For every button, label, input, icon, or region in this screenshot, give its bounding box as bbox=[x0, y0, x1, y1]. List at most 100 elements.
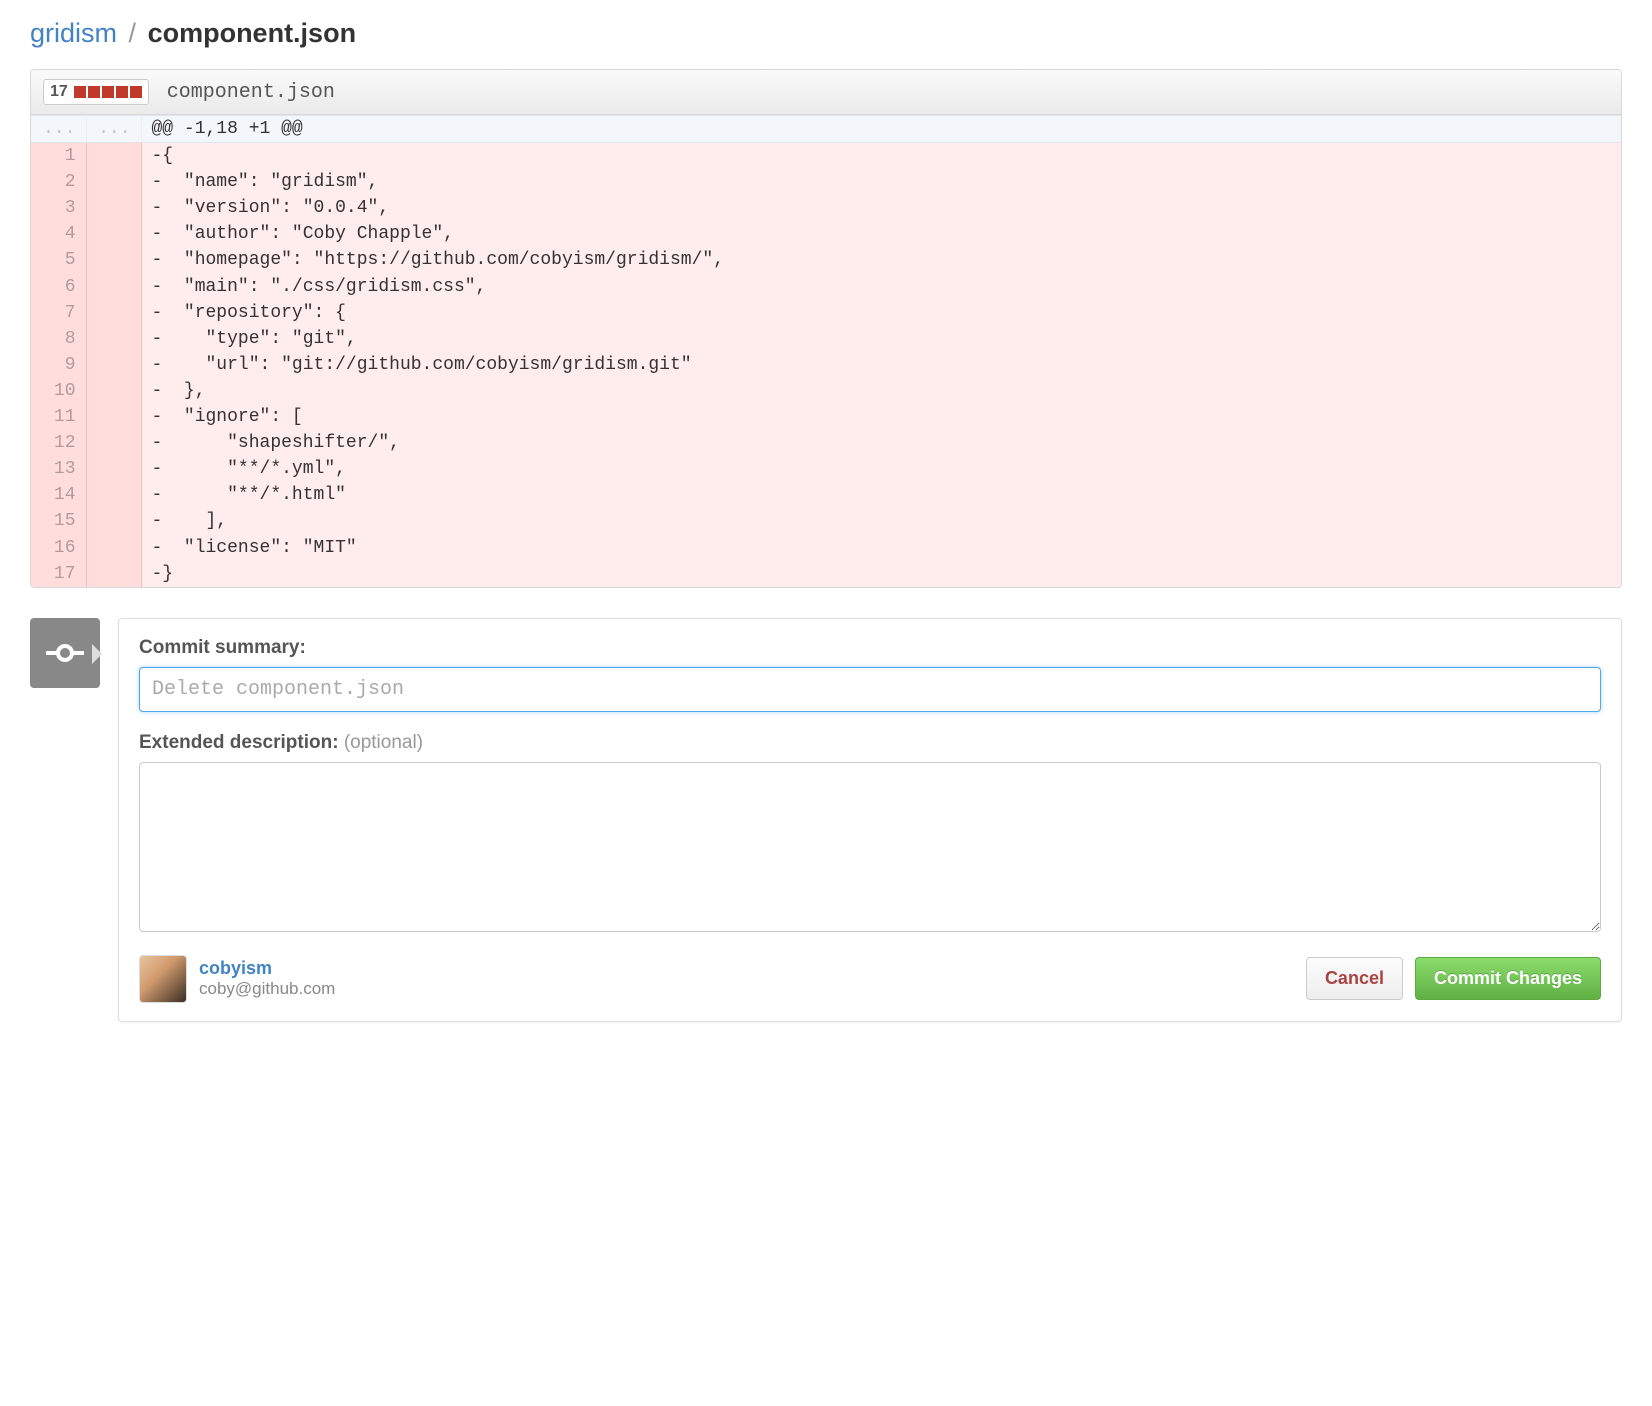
line-number-new[interactable] bbox=[86, 482, 141, 508]
line-number-old[interactable]: 7 bbox=[31, 300, 86, 326]
table-row: 4 - "author": "Coby Chapple", bbox=[31, 221, 1621, 247]
table-row: 17 -} bbox=[31, 561, 1621, 587]
commit-footer: cobyism coby@github.com Cancel Commit Ch… bbox=[139, 955, 1601, 1003]
extended-desc-label: Extended description: (optional) bbox=[139, 732, 1601, 754]
table-row: 7 - "repository": { bbox=[31, 300, 1621, 326]
diff-code-line: - ], bbox=[141, 508, 1621, 534]
expand-hunk-new[interactable]: ... bbox=[86, 116, 141, 143]
line-number-old[interactable]: 12 bbox=[31, 430, 86, 456]
line-number-new[interactable] bbox=[86, 247, 141, 273]
line-number-new[interactable] bbox=[86, 561, 141, 587]
breadcrumb-separator: / bbox=[125, 18, 141, 48]
author-email: coby@github.com bbox=[199, 979, 335, 999]
diffstat-badge[interactable]: 17 bbox=[43, 79, 149, 105]
table-row: 10 - }, bbox=[31, 378, 1621, 404]
line-number-new[interactable] bbox=[86, 508, 141, 534]
author-block: cobyism coby@github.com bbox=[139, 955, 335, 1003]
line-number-old[interactable]: 16 bbox=[31, 535, 86, 561]
line-number-new[interactable] bbox=[86, 456, 141, 482]
table-row: 6 - "main": "./css/gridism.css", bbox=[31, 274, 1621, 300]
breadcrumb-repo-link[interactable]: gridism bbox=[30, 18, 117, 48]
diff-code-line: -{ bbox=[141, 143, 1621, 170]
diff-code-line: - "repository": { bbox=[141, 300, 1621, 326]
breadcrumb-current-file: component.json bbox=[148, 18, 357, 48]
diff-code-line: -} bbox=[141, 561, 1621, 587]
diffstat-blocks bbox=[74, 86, 142, 98]
line-number-old[interactable]: 5 bbox=[31, 247, 86, 273]
hunk-header-row: ... ... @@ -1,18 +1 @@ bbox=[31, 116, 1621, 143]
line-number-new[interactable] bbox=[86, 352, 141, 378]
diff-table: ... ... @@ -1,18 +1 @@ 1 -{ 2 - "name": "gr… bbox=[31, 115, 1621, 587]
line-number-old[interactable]: 14 bbox=[31, 482, 86, 508]
commit-changes-button[interactable]: Commit Changes bbox=[1415, 957, 1601, 1000]
line-number-old[interactable]: 4 bbox=[31, 221, 86, 247]
diff-file-box: 17 component.json ... ... @@ -1,18 +1 @@… bbox=[30, 69, 1622, 588]
diff-code-line: - "**/*.html" bbox=[141, 482, 1621, 508]
table-row: 16 - "license": "MIT" bbox=[31, 535, 1621, 561]
line-number-old[interactable]: 10 bbox=[31, 378, 86, 404]
commit-icon bbox=[30, 618, 100, 688]
extended-desc-input[interactable] bbox=[139, 762, 1601, 932]
diff-header: 17 component.json bbox=[31, 70, 1621, 115]
line-number-new[interactable] bbox=[86, 378, 141, 404]
line-number-new[interactable] bbox=[86, 274, 141, 300]
commit-form-area: Commit summary: Extended description: (o… bbox=[30, 618, 1622, 1022]
optional-hint: (optional) bbox=[344, 732, 423, 753]
cancel-button[interactable]: Cancel bbox=[1306, 957, 1403, 1000]
commit-actions: Cancel Commit Changes bbox=[1306, 957, 1601, 1000]
breadcrumb: gridism / component.json bbox=[30, 10, 1622, 69]
diff-code-line: - "name": "gridism", bbox=[141, 169, 1621, 195]
line-number-old[interactable]: 17 bbox=[31, 561, 86, 587]
line-number-old[interactable]: 8 bbox=[31, 326, 86, 352]
line-number-old[interactable]: 13 bbox=[31, 456, 86, 482]
diffstat-count: 17 bbox=[50, 83, 68, 101]
diff-code-line: - "**/*.yml", bbox=[141, 456, 1621, 482]
author-username-link[interactable]: cobyism bbox=[199, 958, 272, 978]
line-number-new[interactable] bbox=[86, 535, 141, 561]
table-row: 15 - ], bbox=[31, 508, 1621, 534]
line-number-old[interactable]: 15 bbox=[31, 508, 86, 534]
hunk-header-text: @@ -1,18 +1 @@ bbox=[141, 116, 1621, 143]
line-number-new[interactable] bbox=[86, 169, 141, 195]
avatar[interactable] bbox=[139, 955, 187, 1003]
commit-summary-input[interactable] bbox=[139, 667, 1601, 712]
line-number-new[interactable] bbox=[86, 221, 141, 247]
table-row: 14 - "**/*.html" bbox=[31, 482, 1621, 508]
table-row: 1 -{ bbox=[31, 143, 1621, 170]
table-row: 9 - "url": "git://github.com/cobyism/grid… bbox=[31, 352, 1621, 378]
commit-summary-label: Commit summary: bbox=[139, 637, 1601, 659]
git-commit-icon bbox=[46, 642, 84, 664]
diff-code-line: - "version": "0.0.4", bbox=[141, 195, 1621, 221]
line-number-new[interactable] bbox=[86, 195, 141, 221]
line-number-old[interactable]: 11 bbox=[31, 404, 86, 430]
table-row: 12 - "shapeshifter/", bbox=[31, 430, 1621, 456]
line-number-old[interactable]: 3 bbox=[31, 195, 86, 221]
diff-code-line: - "homepage": "https://github.com/cobyis… bbox=[141, 247, 1621, 273]
expand-hunk-old[interactable]: ... bbox=[31, 116, 86, 143]
table-row: 11 - "ignore": [ bbox=[31, 404, 1621, 430]
diff-code-line: - "author": "Coby Chapple", bbox=[141, 221, 1621, 247]
table-row: 5 - "homepage": "https://github.com/cobyi… bbox=[31, 247, 1621, 273]
line-number-old[interactable]: 1 bbox=[31, 143, 86, 170]
line-number-new[interactable] bbox=[86, 300, 141, 326]
table-row: 13 - "**/*.yml", bbox=[31, 456, 1621, 482]
diff-code-line: - "main": "./css/gridism.css", bbox=[141, 274, 1621, 300]
line-number-new[interactable] bbox=[86, 326, 141, 352]
diff-code-line: - "type": "git", bbox=[141, 326, 1621, 352]
diff-code-line: - "url": "git://github.com/cobyism/gridi… bbox=[141, 352, 1621, 378]
line-number-new[interactable] bbox=[86, 430, 141, 456]
line-number-new[interactable] bbox=[86, 404, 141, 430]
table-row: 3 - "version": "0.0.4", bbox=[31, 195, 1621, 221]
diff-code-line: - "ignore": [ bbox=[141, 404, 1621, 430]
line-number-old[interactable]: 6 bbox=[31, 274, 86, 300]
diff-filename: component.json bbox=[167, 81, 335, 104]
line-number-old[interactable]: 9 bbox=[31, 352, 86, 378]
table-row: 2 - "name": "gridism", bbox=[31, 169, 1621, 195]
commit-panel: Commit summary: Extended description: (o… bbox=[118, 618, 1622, 1022]
line-number-new[interactable] bbox=[86, 143, 141, 170]
diff-code-line: - "shapeshifter/", bbox=[141, 430, 1621, 456]
diff-code-line: - "license": "MIT" bbox=[141, 535, 1621, 561]
line-number-old[interactable]: 2 bbox=[31, 169, 86, 195]
table-row: 8 - "type": "git", bbox=[31, 326, 1621, 352]
diff-code-line: - }, bbox=[141, 378, 1621, 404]
